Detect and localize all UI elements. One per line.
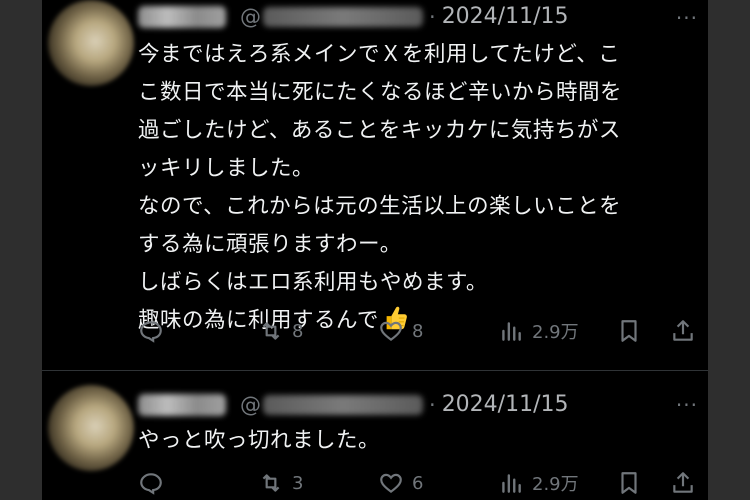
analytics-icon (502, 474, 521, 493)
username[interactable] (263, 394, 423, 415)
right-gutter (708, 0, 750, 500)
post-text-line: なので、これからは元の生活以上の楽しいことを (138, 194, 622, 219)
more-options-icon[interactable]: ··· (676, 6, 698, 30)
share-icon (673, 320, 693, 341)
share-icon (673, 472, 693, 493)
more-options-icon[interactable]: ··· (676, 393, 698, 417)
analytics-icon (502, 322, 521, 341)
avatar[interactable] (48, 0, 134, 86)
repost-count: 3 (292, 472, 304, 494)
avatar[interactable] (48, 385, 134, 471)
reply-button[interactable] (138, 470, 164, 496)
like-count: 8 (412, 320, 424, 342)
reply-icon (140, 473, 162, 495)
bookmark-button[interactable] (616, 470, 642, 496)
view-count: 2.9万 (532, 474, 579, 495)
post-text-line: 過ごしたけど、あることをキッカケに気持ちがス (138, 118, 621, 143)
post-text-line: ッキリしました。 (138, 156, 315, 181)
view-count: 2.9万 (532, 322, 579, 343)
timeline: ··· 今まではえろ系メインでＸを利用してたけど、こ こ数日で本当に死にたくなる… (42, 0, 708, 500)
like-button[interactable]: 6 (378, 470, 423, 496)
username[interactable] (263, 6, 423, 27)
handle-prefix: @ (240, 392, 261, 417)
display-name[interactable] (138, 5, 226, 28)
post-text-line: する為に頑張りますわー。 (138, 232, 402, 257)
post-text: やっと吹っ切れました。 (138, 422, 698, 460)
views-button[interactable]: 2.9万 (498, 470, 579, 496)
post[interactable]: ··· 今まではえろ系メインでＸを利用してたけど、こ こ数日で本当に死にたくなる… (42, 0, 708, 370)
post-actions: 3 6 2.9万 (138, 470, 698, 500)
post-actions: 8 8 2.9万 (138, 318, 698, 348)
share-button[interactable] (670, 470, 696, 496)
handle-prefix: @ (240, 4, 261, 29)
post-text-line: やっと吹っ切れました。 (138, 428, 381, 453)
separator: · (429, 4, 436, 29)
left-gutter (0, 0, 42, 500)
reply-icon (140, 321, 162, 343)
repost-button[interactable]: 3 (258, 470, 303, 496)
share-button[interactable] (670, 318, 696, 344)
post-text-line: 今まではえろ系メインでＸを利用してたけど、こ (138, 42, 621, 67)
post-header: @ · 2024/11/15 (138, 4, 569, 29)
heart-icon (380, 321, 402, 342)
views-button[interactable]: 2.9万 (498, 318, 579, 344)
repost-button[interactable]: 8 (258, 318, 303, 344)
reply-button[interactable] (138, 318, 164, 344)
heart-icon (380, 473, 402, 494)
post-divider (42, 370, 708, 371)
post-date[interactable]: 2024/11/15 (442, 392, 569, 417)
display-name[interactable] (138, 393, 226, 416)
like-button[interactable]: 8 (378, 318, 423, 344)
post-header: @ · 2024/11/15 (138, 392, 569, 417)
like-count: 6 (412, 472, 424, 494)
bookmark-button[interactable] (616, 318, 642, 344)
post-text: 今まではえろ系メインでＸを利用してたけど、こ こ数日で本当に死にたくなるほど辛い… (138, 36, 698, 340)
separator: · (429, 392, 436, 417)
post-text-line: しばらくはエロ系利用もやめます。 (138, 270, 488, 295)
repost-icon (262, 322, 280, 340)
post-date[interactable]: 2024/11/15 (442, 4, 569, 29)
post-text-line: こ数日で本当に死にたくなるほど辛いから時間を (138, 80, 623, 105)
bookmark-icon (621, 320, 637, 342)
bookmark-icon (621, 472, 637, 494)
repost-icon (262, 474, 280, 492)
repost-count: 8 (292, 320, 304, 342)
